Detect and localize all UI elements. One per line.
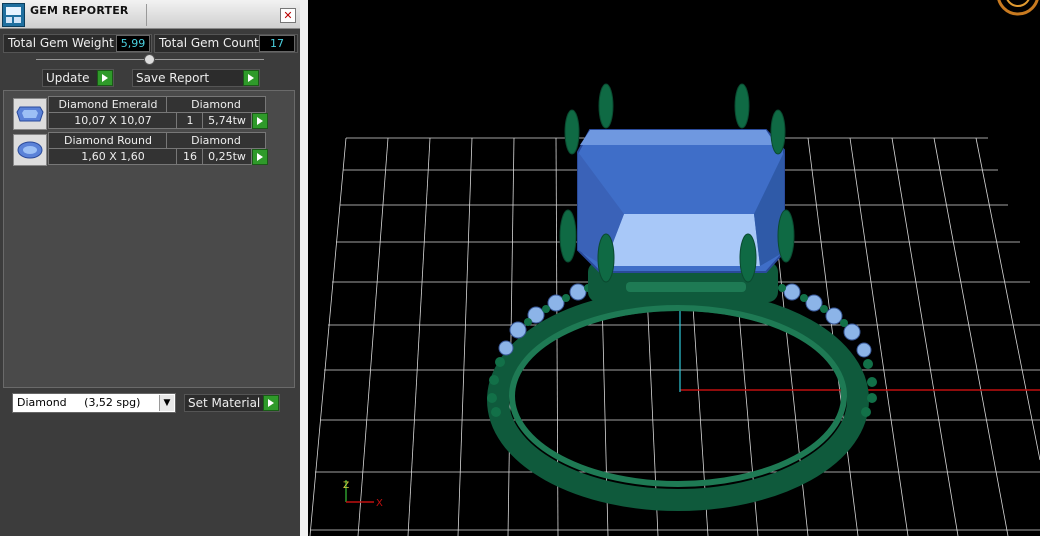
round-cut-gem-icon: [13, 134, 47, 166]
material-select[interactable]: Diamond (3,52 spg) ▼: [12, 393, 176, 413]
gem-weight: 5,74tw: [202, 112, 252, 129]
3d-viewport[interactable]: X Z: [308, 0, 1040, 536]
set-material-go-icon: [263, 395, 279, 411]
update-button[interactable]: Update: [42, 69, 114, 87]
total-gem-count-value: 17: [259, 35, 295, 52]
ring-model[interactable]: [487, 83, 877, 511]
gem-row[interactable]: Diamond Round Diamond 1,60 X 1,60 16 0,2…: [10, 132, 270, 166]
close-button[interactable]: ✕: [280, 8, 296, 23]
total-gem-weight-value: 5,99: [116, 35, 150, 52]
gem-weight: 0,25tw: [202, 148, 252, 165]
save-report-go-icon: [243, 70, 259, 86]
scene-canvas: X Z: [309, 0, 1040, 536]
splitter-handle[interactable]: [144, 54, 155, 65]
material-select-value: Diamond (3,52 spg): [17, 396, 141, 409]
gem-reporter-panel: GEM REPORTER ✕ Total Gem Weight 5,99 Tot…: [0, 0, 300, 536]
gem-name: Diamond Emerald: [48, 96, 168, 113]
window-title: GEM REPORTER: [30, 4, 129, 17]
chevron-down-icon[interactable]: ▼: [159, 395, 174, 411]
gem-material: Diamond: [166, 132, 266, 149]
gem-material: Diamond: [166, 96, 266, 113]
gem-details-go-icon[interactable]: [252, 149, 268, 165]
total-gem-weight-label: Total Gem Weight: [8, 36, 114, 50]
title-bar[interactable]: GEM REPORTER ✕: [0, 0, 300, 29]
gem-size: 10,07 X 10,07: [48, 112, 178, 129]
gem-details-go-icon[interactable]: [252, 113, 268, 129]
panel-divider[interactable]: [300, 0, 308, 536]
gem-row[interactable]: Diamond Emerald Diamond 10,07 X 10,07 1 …: [10, 96, 270, 130]
emerald-cut-gem-icon: [13, 98, 47, 130]
gem-name: Diamond Round: [48, 132, 168, 149]
title-separator: [146, 4, 147, 26]
update-button-label: Update: [46, 71, 90, 85]
app-icon: [2, 3, 25, 27]
total-gem-count-label: Total Gem Count: [159, 36, 259, 50]
save-report-button[interactable]: Save Report: [132, 69, 260, 87]
gem-count: 1: [176, 112, 204, 129]
set-material-button[interactable]: Set Material: [184, 394, 280, 412]
set-material-button-label: Set Material: [188, 396, 261, 410]
corner-logo-icon: [997, 0, 1039, 16]
axis-y-label: Z: [343, 481, 349, 491]
axis-x-label: X: [376, 498, 383, 509]
gem-list: Diamond Emerald Diamond 10,07 X 10,07 1 …: [3, 90, 295, 388]
update-go-icon: [97, 70, 113, 86]
axis-gizmo: X Z: [343, 480, 383, 509]
gem-size: 1,60 X 1,60: [48, 148, 178, 165]
gem-count: 16: [176, 148, 204, 165]
save-report-button-label: Save Report: [136, 71, 210, 85]
